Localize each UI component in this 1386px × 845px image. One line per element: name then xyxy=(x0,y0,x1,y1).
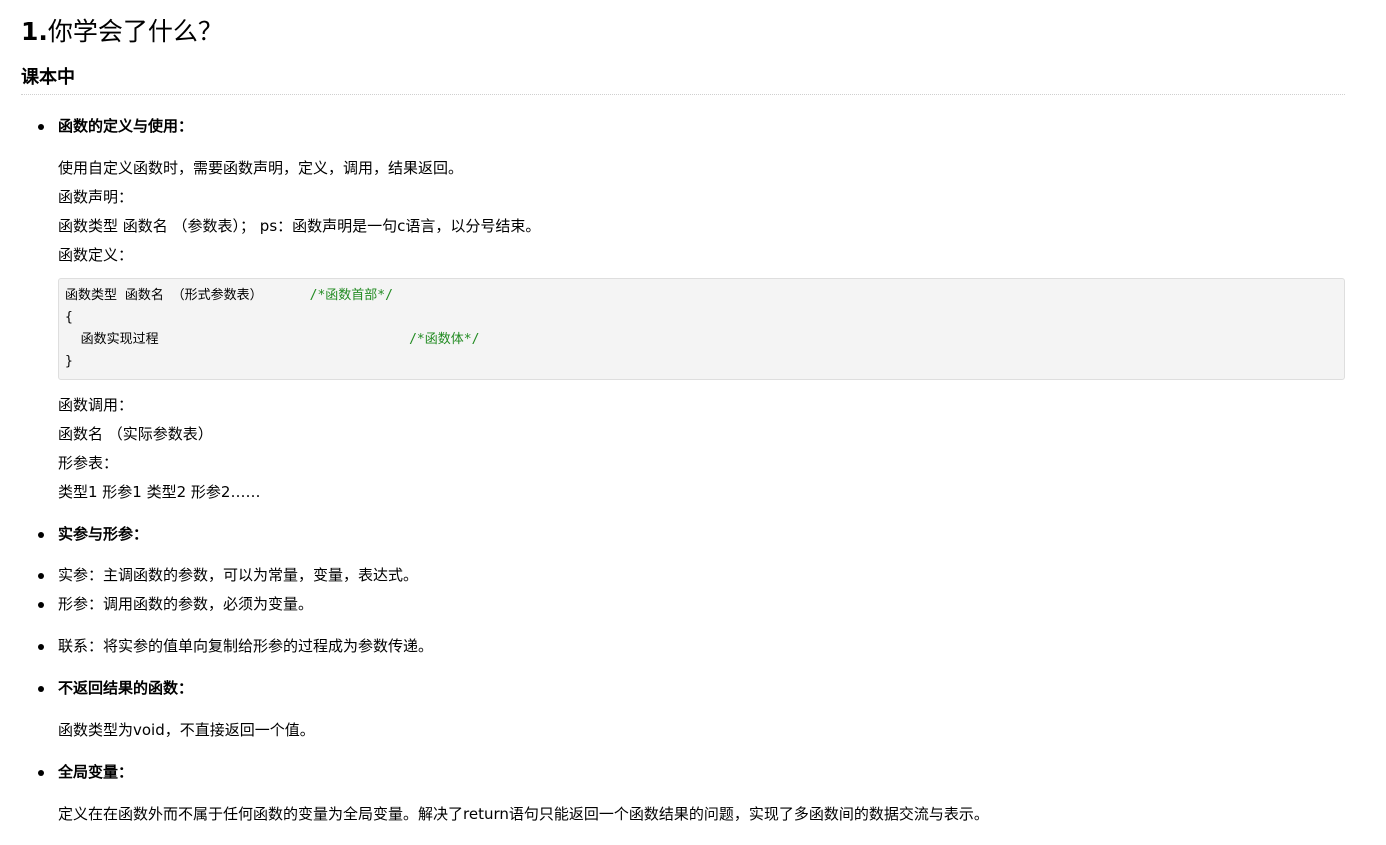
code-line: { xyxy=(65,310,73,325)
paragraph: 函数声明： xyxy=(58,188,134,206)
heading-number: 1. xyxy=(21,17,48,46)
code-line: 函数实现过程 /*函数体*/ xyxy=(65,329,1338,351)
bullet-icon xyxy=(38,686,44,692)
content-list: 全局变量： xyxy=(21,758,1345,787)
list-item-global: 全局变量： xyxy=(21,758,1345,787)
paragraph: 函数调用： xyxy=(58,396,134,414)
heading-text: 你学会了什么？ xyxy=(47,17,223,46)
paragraph: 定义在在函数外而不属于任何函数的变量为全局变量。解决了return语句只能返回一… xyxy=(58,805,989,823)
item-heading: 函数的定义与使用： xyxy=(58,117,194,135)
list-item-params: 实参与形参： xyxy=(21,520,1345,549)
content-list: 函数的定义与使用： xyxy=(21,112,1345,141)
func-def-body: 使用自定义函数时，需要函数声明，定义，调用，结果返回。 函数声明： 函数类型 函… xyxy=(21,154,1345,270)
page-title: 1.你学会了什么？ xyxy=(21,0,1345,50)
list-item-void: 不返回结果的函数： xyxy=(21,674,1345,703)
item-heading: 实参与形参： xyxy=(58,525,149,543)
paragraph: 函数类型 函数名 （参数表）； ps：函数声明是一句c语言，以分号结束。 xyxy=(58,217,541,235)
bullet-icon xyxy=(38,532,44,538)
item-text: 联系：将实参的值单向复制给形参的过程成为参数传递。 xyxy=(58,637,434,655)
bullet-icon xyxy=(38,770,44,776)
list-item-relation: 联系：将实参的值单向复制给形参的过程成为参数传递。 xyxy=(21,632,1345,661)
paragraph: 函数定义： xyxy=(58,246,134,264)
paragraph: 类型1 形参1 类型2 形参2…… xyxy=(58,483,261,501)
section-title: 课本中 xyxy=(21,64,1345,95)
article: 1.你学会了什么？ 课本中 函数的定义与使用： 使用自定义函数时，需要函数声明，… xyxy=(0,0,1386,829)
func-call-body: 函数调用： 函数名 （实际参数表） 形参表： 类型1 形参1 类型2 形参2…… xyxy=(21,391,1345,507)
bullet-icon xyxy=(38,573,44,579)
list-item-formal: 形参：调用函数的参数，必须为变量。 xyxy=(21,590,1345,619)
void-body: 函数类型为void，不直接返回一个值。 xyxy=(21,716,1345,745)
code-text: 函数类型 函数名 （形式参数表） xyxy=(65,288,310,303)
paragraph: 函数名 （实际参数表） xyxy=(58,425,213,443)
code-block: 函数类型 函数名 （形式参数表） /*函数首部*/ { 函数实现过程 /*函数体… xyxy=(58,278,1345,380)
item-heading: 不返回结果的函数： xyxy=(58,679,194,697)
content-list: 实参与形参： 实参：主调函数的参数，可以为常量，变量，表达式。 形参：调用函数的… xyxy=(21,520,1345,703)
list-item-actual: 实参：主调函数的参数，可以为常量，变量，表达式。 xyxy=(21,561,1345,590)
item-heading: 全局变量： xyxy=(58,763,134,781)
global-body: 定义在在函数外而不属于任何函数的变量为全局变量。解决了return语句只能返回一… xyxy=(21,800,1345,829)
code-comment: /*函数首部*/ xyxy=(309,288,393,303)
code-comment: /*函数体*/ xyxy=(409,332,480,347)
code-text: 函数实现过程 xyxy=(65,332,410,347)
item-text: 形参：调用函数的参数，必须为变量。 xyxy=(58,595,314,613)
code-line: } xyxy=(65,354,73,369)
paragraph: 函数类型为void，不直接返回一个值。 xyxy=(58,721,315,739)
paragraph: 形参表： xyxy=(58,454,119,472)
paragraph: 使用自定义函数时，需要函数声明，定义，调用，结果返回。 xyxy=(58,159,464,177)
code-line: 函数类型 函数名 （形式参数表） /*函数首部*/ xyxy=(65,285,1338,307)
list-item-func-def: 函数的定义与使用： xyxy=(21,112,1345,141)
bullet-icon xyxy=(38,644,44,650)
item-text: 实参：主调函数的参数，可以为常量，变量，表达式。 xyxy=(58,566,419,584)
bullet-icon xyxy=(38,124,44,130)
bullet-icon xyxy=(38,602,44,608)
